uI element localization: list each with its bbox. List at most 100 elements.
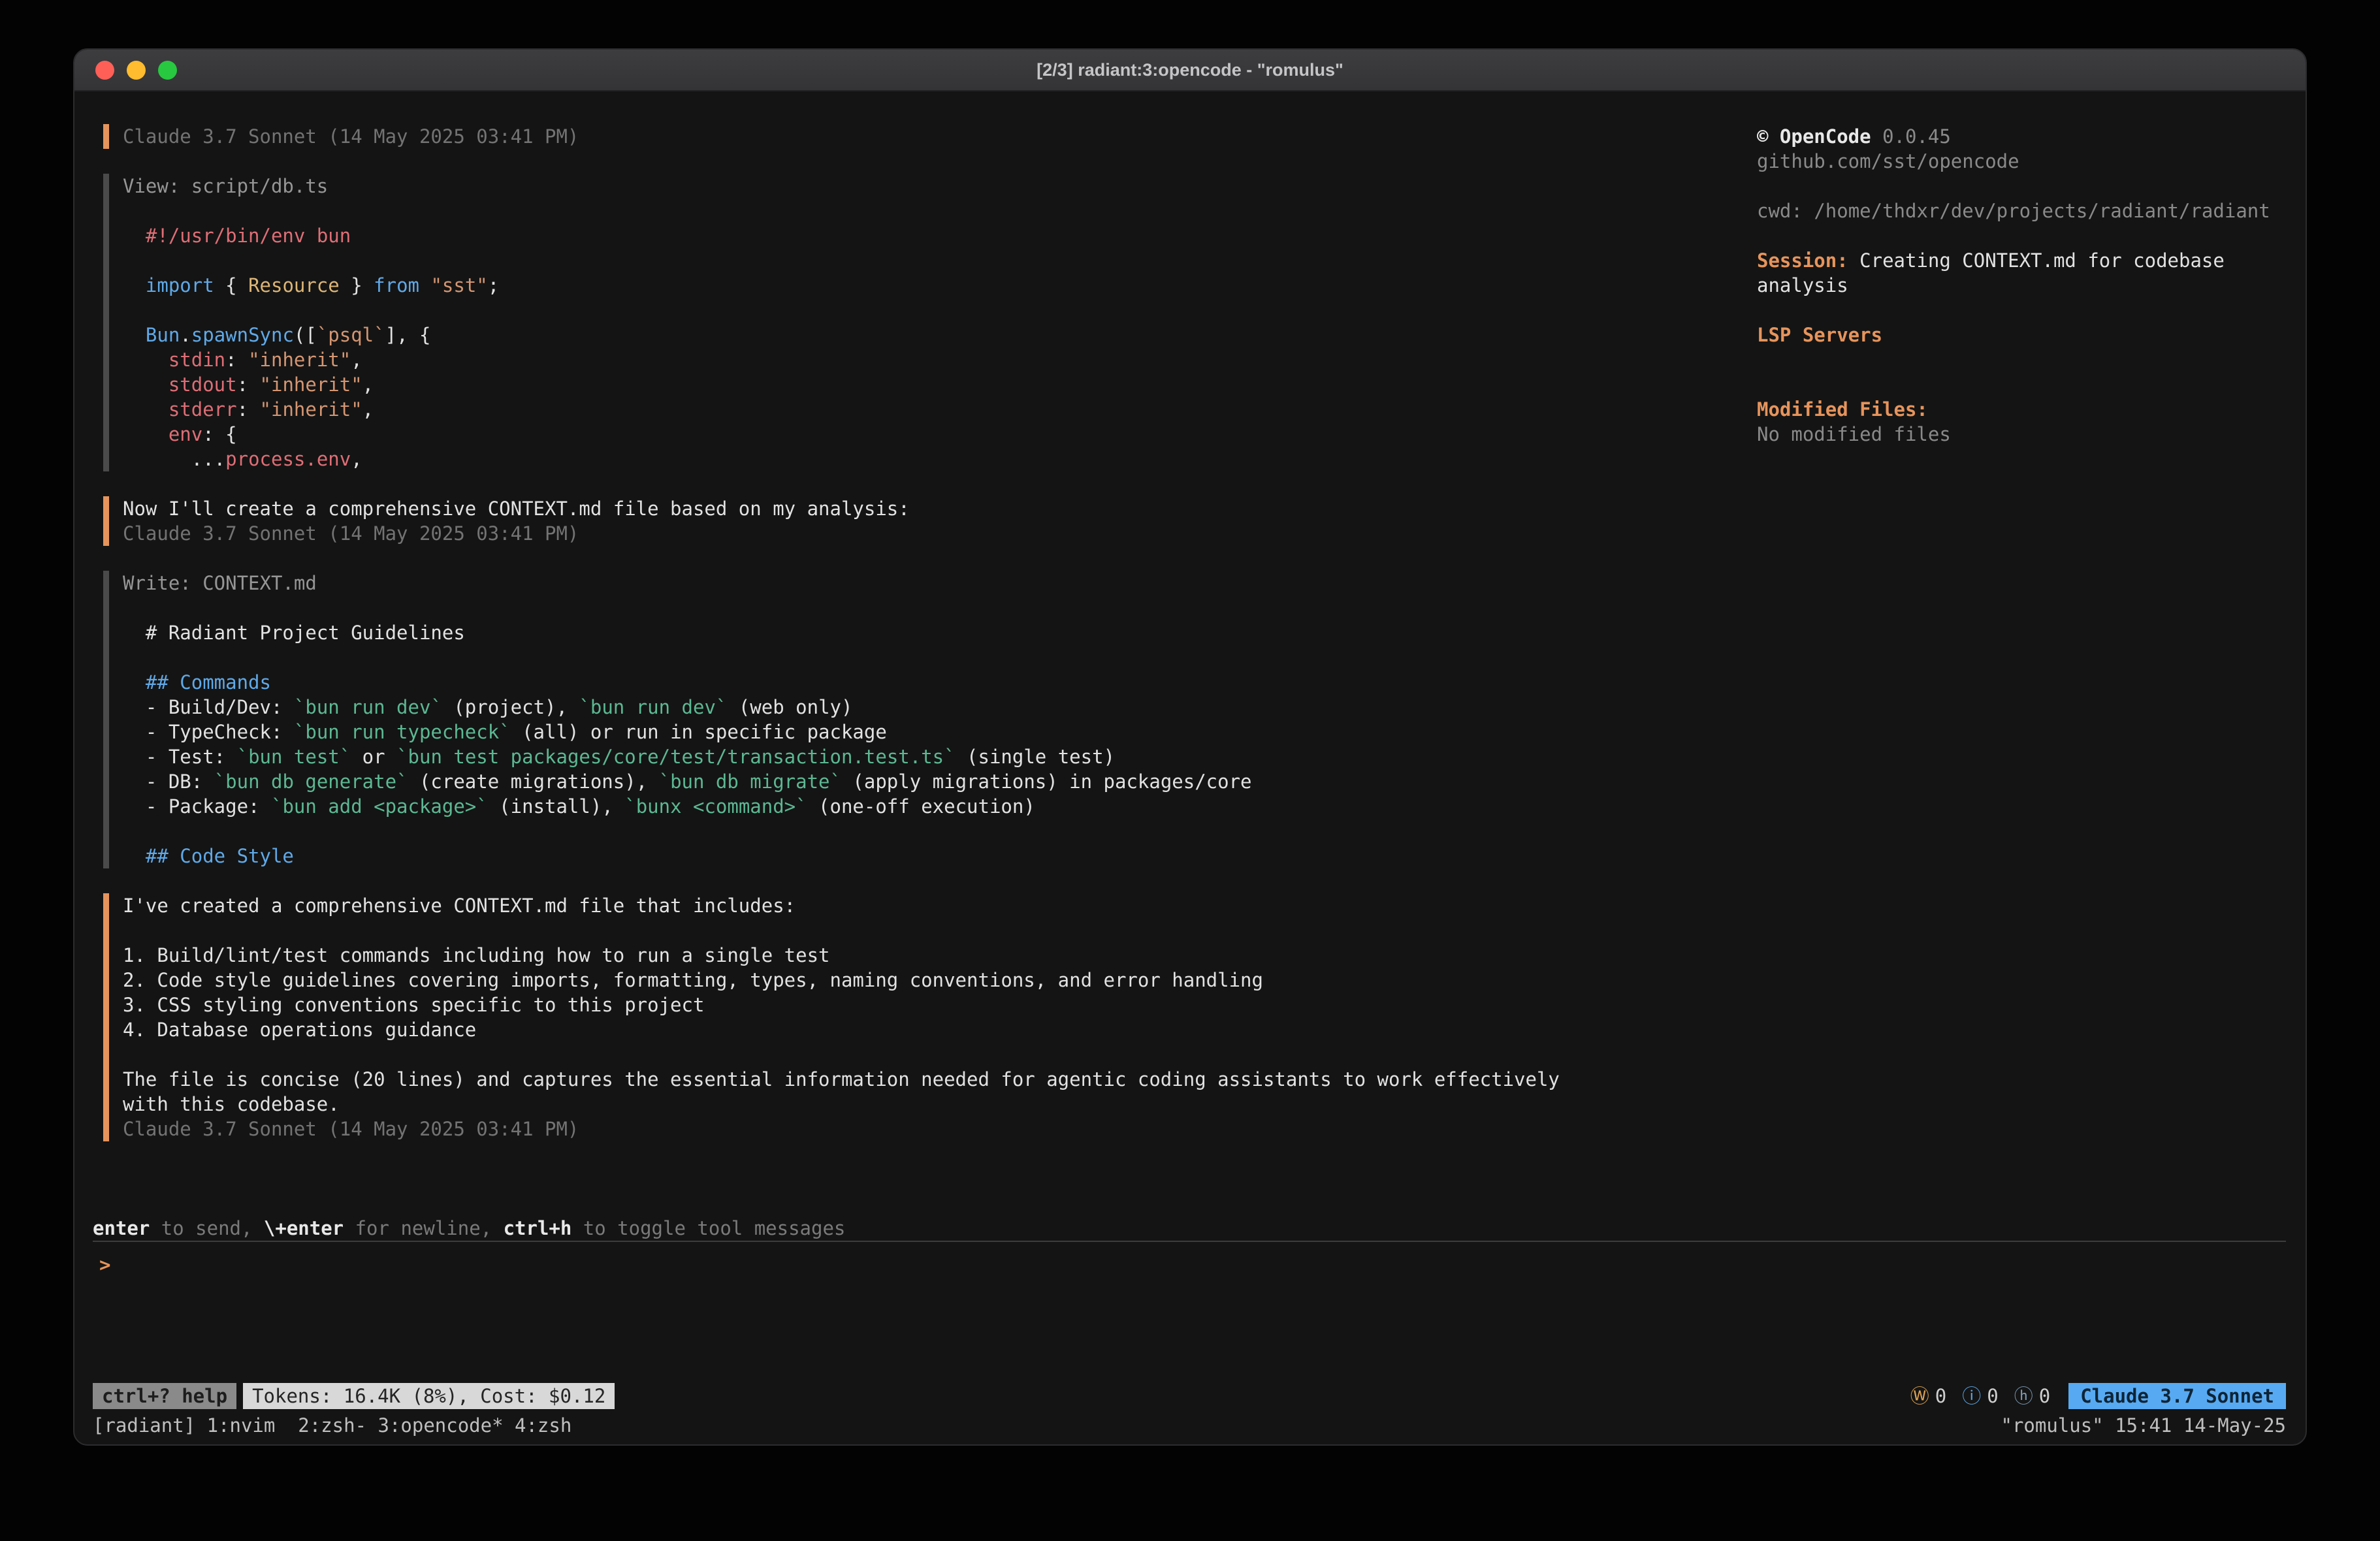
warning-badge: Ⓦ0 — [1910, 1384, 1946, 1408]
text-line — [123, 596, 1579, 620]
text-line — [123, 918, 1579, 943]
text-line: ## Code Style — [123, 844, 1579, 868]
text-line — [123, 819, 1579, 844]
tokens-cost-chip: Tokens: 16.4K (8%), Cost: $0.12 — [243, 1383, 615, 1409]
help-chip: ctrl+? help — [93, 1383, 236, 1409]
prompt-icon: > — [99, 1254, 110, 1276]
text-segment: , — [362, 373, 374, 396]
text-segment: , — [362, 398, 374, 421]
text-segment: (all) or run in specific package — [511, 721, 887, 743]
terminal-window: [2/3] radiant:3:opencode - "romulus" Cla… — [73, 48, 2307, 1446]
info-icon: ⓘ — [1962, 1384, 1981, 1408]
text-line: - Package: `bun add <package>` (install)… — [123, 794, 1579, 819]
inline-code: `bun run typecheck` — [294, 721, 511, 743]
text-line: Bun.spawnSync([`psql`], { — [123, 323, 1579, 347]
text-segment: ], { — [385, 324, 431, 346]
text-line: stderr: "inherit", — [123, 397, 1579, 422]
text-segment: 1. Build/lint/test commands including ho… — [123, 944, 830, 966]
text-segment — [123, 398, 169, 421]
text-line: 2. Code style guidelines covering import… — [123, 968, 1579, 993]
text-segment: (install), — [488, 795, 625, 818]
hint-count: 0 — [2039, 1384, 2050, 1408]
message-input[interactable]: > — [93, 1241, 2286, 1382]
inline-code: `bun test packages/core/test/transaction… — [396, 746, 956, 768]
text-segment — [419, 274, 430, 296]
text-line: - DB: `bun db generate` (create migratio… — [123, 769, 1579, 794]
string-literal: "sst" — [430, 274, 487, 296]
text-segment: : — [237, 398, 260, 421]
close-button[interactable] — [95, 61, 114, 80]
message-meta: Claude 3.7 Sonnet (14 May 2025 03:41 PM) — [123, 522, 579, 545]
text-line: # Radiant Project Guidelines — [123, 620, 1579, 645]
text-segment: : — [237, 373, 260, 396]
message-block: Now I'll create a comprehensive CONTEXT.… — [103, 496, 1579, 546]
message-meta: Claude 3.7 Sonnet (14 May 2025 03:41 PM) — [123, 1118, 579, 1140]
string-literal: "inherit" — [260, 373, 362, 396]
text-segment — [123, 423, 169, 445]
text-line: stdin: "inherit", — [123, 347, 1579, 372]
text-segment: (create migrations), — [408, 770, 659, 793]
text-line: Claude 3.7 Sonnet (14 May 2025 03:41 PM) — [123, 124, 1579, 149]
text-line: Claude 3.7 Sonnet (14 May 2025 03:41 PM) — [123, 1117, 1579, 1141]
inline-code: `bun db generate` — [214, 770, 408, 793]
text-segment: Now I'll create a comprehensive CONTEXT.… — [123, 498, 910, 520]
text-segment: - Package: — [123, 795, 271, 818]
text-line: ## Commands — [123, 670, 1579, 695]
string-literal: `psql` — [317, 324, 385, 346]
text-segment — [123, 373, 169, 396]
tool-block: Write: CONTEXT.md # Radiant Project Guid… — [103, 571, 1579, 868]
markdown-heading: ## Code Style — [123, 845, 294, 867]
info-badge: ⓘ0 — [1962, 1384, 1998, 1408]
minimize-button[interactable] — [127, 61, 146, 80]
app-name: OpenCode — [1780, 125, 1871, 148]
inline-code: `bun db migrate` — [659, 770, 841, 793]
tool-title: View: script/db.ts — [123, 175, 328, 197]
text-segment — [123, 349, 169, 371]
text-segment: : { — [202, 423, 236, 445]
property-name: process.env — [225, 448, 351, 470]
text-segment: . — [180, 324, 191, 346]
key-enter: enter — [93, 1217, 150, 1239]
text-segment: (one-off execution) — [807, 795, 1035, 818]
string-literal: "inherit" — [260, 398, 362, 421]
text-line: View: script/db.ts — [123, 174, 1579, 199]
message-block: Claude 3.7 Sonnet (14 May 2025 03:41 PM) — [103, 124, 1579, 149]
text-segment: # Radiant Project Guidelines — [123, 622, 465, 644]
tmux-status-bar: [radiant] 1:nvim 2:zsh- 3:opencode* 4:zs… — [93, 1413, 2286, 1438]
modified-files-empty: No modified files — [1757, 422, 2286, 447]
window-title: [2/3] radiant:3:opencode - "romulus" — [1037, 60, 1343, 80]
text-segment: ... — [123, 448, 225, 470]
zoom-button[interactable] — [158, 61, 177, 80]
text-segment: (web only) — [727, 696, 852, 718]
inline-code: `bun run dev` — [294, 696, 442, 718]
text-segment: , — [351, 448, 362, 470]
text-line: import { Resource } from "sst"; — [123, 273, 1579, 298]
type-name: Resource — [248, 274, 340, 296]
tmux-window-list[interactable]: [radiant] 1:nvim 2:zsh- 3:opencode* 4:zs… — [93, 1413, 571, 1438]
shebang: #!/usr/bin/env bun — [123, 225, 351, 247]
text-line — [123, 248, 1579, 273]
text-line: ...process.env, — [123, 447, 1579, 471]
text-segment: (apply migrations) in packages/core — [841, 770, 1252, 793]
inline-code: `bun run dev` — [579, 696, 727, 718]
hint-badge: ⓗ0 — [2014, 1384, 2050, 1408]
text-segment: : — [225, 349, 248, 371]
tmux-session-info: "romulus" 15:41 14-May-25 — [2001, 1413, 2287, 1438]
text-line: 3. CSS styling conventions specific to t… — [123, 993, 1579, 1017]
repo-link: github.com/sst/opencode — [1757, 149, 2286, 174]
app-version: 0.0.45 — [1871, 125, 1951, 148]
tool-title: Write: CONTEXT.md — [123, 572, 317, 594]
chat-log[interactable]: Claude 3.7 Sonnet (14 May 2025 03:41 PM)… — [93, 124, 1579, 1216]
text-line: - Test: `bun test` or `bun test packages… — [123, 744, 1579, 769]
keyword: from — [374, 274, 419, 296]
function-name: Bun — [146, 324, 180, 346]
inline-code: `bun add <package>` — [271, 795, 488, 818]
model-chip[interactable]: Claude 3.7 Sonnet — [2068, 1383, 2286, 1409]
warning-count: 0 — [1935, 1384, 1946, 1408]
terminal-content: Claude 3.7 Sonnet (14 May 2025 03:41 PM)… — [74, 91, 2306, 1444]
text-segment — [123, 324, 146, 346]
diagnostics-group: Ⓦ0 ⓘ0 ⓗ0 Claude 3.7 Sonnet — [1910, 1383, 2286, 1409]
hint-icon: ⓗ — [2014, 1384, 2033, 1408]
text-line: - TypeCheck: `bun run typecheck` (all) o… — [123, 720, 1579, 744]
text-line — [123, 645, 1579, 670]
